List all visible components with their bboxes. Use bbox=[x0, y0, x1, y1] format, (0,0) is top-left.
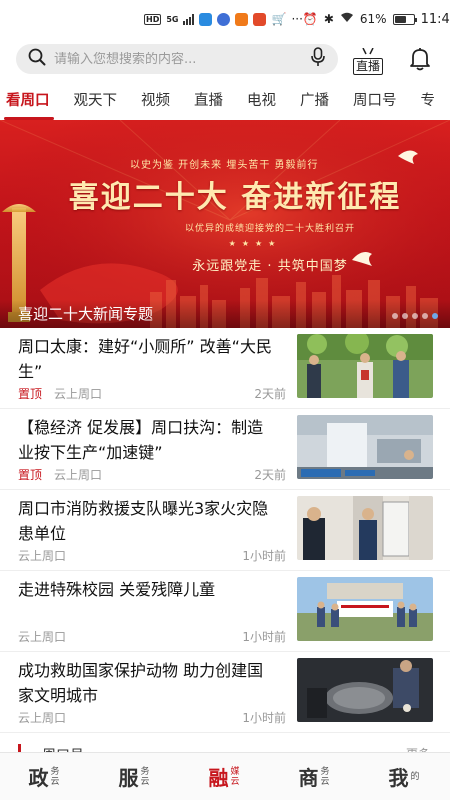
news-thumbnail[interactable] bbox=[297, 577, 433, 641]
search-icon bbox=[28, 48, 46, 70]
carousel-dot[interactable] bbox=[392, 313, 398, 319]
live-tv-icon bbox=[357, 44, 379, 58]
app-icon-blue2 bbox=[217, 12, 231, 26]
news-source: 云上周口 bbox=[54, 468, 103, 482]
bottom-nav-item[interactable]: 政务云 bbox=[0, 753, 90, 800]
news-item[interactable]: 走进特殊校园 关爱残障儿童云上周口 1小时前 bbox=[0, 571, 450, 652]
channel-tabs: 看周口 观天下 视频 直播 电视 广播 周口号专 bbox=[0, 84, 450, 120]
banner-slogan-bottom: 永远跟党走 · 共筑中国梦 bbox=[192, 259, 348, 274]
hd-badge: HD bbox=[144, 13, 162, 25]
status-bar: HD 5G 🛒 ··· ⏰ ✱ 61% 11:42 bbox=[0, 0, 450, 38]
news-item[interactable]: 成功救助国家保护动物 助力创建国家文明城市云上周口 1小时前 bbox=[0, 652, 450, 733]
news-source: 云上周口 bbox=[54, 387, 103, 401]
news-item[interactable]: 【稳经济 促发展】周口扶沟：制造业按下生产“加速键” 置顶 云上周口 2天前 bbox=[0, 409, 450, 490]
nav-main-char: 融 bbox=[208, 766, 229, 790]
tab-7[interactable]: 专 bbox=[413, 84, 444, 120]
carousel-dot[interactable] bbox=[432, 313, 438, 319]
signal-icon bbox=[183, 13, 195, 25]
battery-icon bbox=[392, 13, 417, 25]
banner-slogan-top: 以史为鉴 开创未来 埋头苦干 勇毅前行 bbox=[130, 160, 319, 171]
news-meta: 云上周口 1小时前 bbox=[18, 709, 286, 726]
cart-icon: 🛒 bbox=[271, 12, 287, 26]
carousel-dot[interactable] bbox=[422, 313, 428, 319]
news-item[interactable]: 周口太康：建好“小厕所” 改善“大民生” 置顶 云上周口 2天前 bbox=[0, 328, 450, 409]
tab-3[interactable]: 直播 bbox=[186, 84, 231, 120]
news-title: 走进特殊校园 关爱残障儿童 bbox=[18, 580, 216, 599]
bottom-nav-item[interactable]: 商务云 bbox=[270, 753, 360, 800]
banner-subtext: 以优异的成绩迎接党的二十大胜利召开 bbox=[184, 224, 355, 234]
tab-2[interactable]: 视频 bbox=[133, 84, 178, 120]
pinned-badge: 置顶 bbox=[18, 468, 43, 482]
carousel-dots[interactable] bbox=[392, 313, 438, 319]
news-item[interactable]: 周口市消防救援支队曝光3家火灾隐患单位云上周口 1小时前 bbox=[0, 490, 450, 571]
news-thumbnail[interactable] bbox=[297, 334, 433, 398]
nav-sub-label: 务云 bbox=[50, 766, 60, 787]
bottom-nav-item[interactable]: 我的 bbox=[360, 753, 450, 800]
bell-icon[interactable] bbox=[406, 44, 434, 74]
clock: 11:42 bbox=[420, 11, 450, 27]
nav-sub-label: 媒云 bbox=[230, 766, 240, 787]
news-source: 云上周口 bbox=[18, 711, 67, 725]
bottom-navigation: 政务云服务云融媒云商务云我的 bbox=[0, 752, 450, 800]
banner-caption: 喜迎二十大新闻专题 bbox=[0, 300, 450, 328]
news-meta: 置顶 云上周口 2天前 bbox=[18, 466, 286, 483]
banner-stars: ★★★★ bbox=[228, 239, 282, 248]
news-thumbnail[interactable] bbox=[297, 415, 433, 479]
nav-main-char: 商 bbox=[298, 766, 319, 790]
battery-percent: 61% bbox=[359, 12, 387, 26]
news-time: 1小时前 bbox=[242, 549, 286, 563]
search-bar[interactable] bbox=[16, 44, 338, 74]
news-time: 2天前 bbox=[254, 387, 286, 401]
news-title: 周口太康：建好“小厕所” 改善“大民生” bbox=[18, 337, 272, 381]
news-meta: 云上周口 1小时前 bbox=[18, 628, 286, 645]
news-title: 【稳经济 促发展】周口扶沟：制造业按下生产“加速键” bbox=[18, 418, 264, 462]
search-input[interactable] bbox=[54, 51, 310, 67]
banner-headline: 喜迎二十大 奋进新征程 bbox=[68, 180, 402, 215]
news-meta: 置顶 云上周口 2天前 bbox=[18, 385, 286, 402]
live-button[interactable]: 直播 bbox=[348, 44, 388, 75]
network-gen: 5G bbox=[166, 14, 179, 24]
status-right: ⏰ ✱ 61% 11:42 bbox=[303, 12, 450, 27]
nav-main-char: 服 bbox=[118, 766, 139, 790]
bluetooth-icon: ✱ bbox=[323, 12, 334, 26]
news-thumbnail[interactable] bbox=[297, 496, 433, 560]
bottom-nav-item[interactable]: 融媒云 bbox=[180, 753, 270, 800]
news-time: 1小时前 bbox=[242, 630, 286, 644]
app-icon-orange bbox=[235, 12, 249, 26]
status-left: HD 5G 🛒 ··· bbox=[144, 12, 303, 26]
news-time: 1小时前 bbox=[242, 711, 286, 725]
pinned-badge: 置顶 bbox=[18, 387, 43, 401]
app-icon-blue bbox=[199, 12, 213, 26]
news-title: 周口市消防救援支队曝光3家火灾隐患单位 bbox=[18, 499, 269, 543]
mic-icon[interactable] bbox=[310, 47, 326, 71]
app-icon-red bbox=[253, 12, 267, 26]
nav-sub-label: 的 bbox=[410, 771, 420, 782]
live-label: 直播 bbox=[352, 57, 383, 75]
nav-main-char: 政 bbox=[28, 766, 49, 790]
alarm-icon: ⏰ bbox=[302, 12, 318, 26]
tab-5[interactable]: 广播 bbox=[292, 84, 337, 120]
tab-6[interactable]: 周口号 bbox=[345, 84, 405, 120]
tab-0[interactable]: 看周口 bbox=[0, 84, 58, 120]
nav-sub-label: 务云 bbox=[140, 766, 150, 787]
news-time: 2天前 bbox=[254, 468, 286, 482]
news-thumbnail[interactable] bbox=[297, 658, 433, 722]
nav-main-char: 我 bbox=[388, 766, 409, 790]
carousel-dot[interactable] bbox=[412, 313, 418, 319]
carousel-dot[interactable] bbox=[402, 313, 408, 319]
news-list: 周口太康：建好“小厕所” 改善“大民生” 置顶 云上周口 2天前 【稳经济 促发展】周口… bbox=[0, 328, 450, 733]
news-title: 成功救助国家保护动物 助力创建国家文明城市 bbox=[18, 661, 264, 705]
nav-sub-label: 务云 bbox=[320, 766, 330, 787]
top-header: 直播 bbox=[0, 40, 450, 78]
more-dots-icon: ··· bbox=[291, 12, 303, 26]
hero-banner[interactable]: 以史为鉴 开创未来 埋头苦干 勇毅前行 喜迎二十大 奋进新征程 以优异的成绩迎接… bbox=[0, 120, 450, 328]
tab-4[interactable]: 电视 bbox=[239, 84, 284, 120]
tab-1[interactable]: 观天下 bbox=[66, 84, 126, 120]
news-source: 云上周口 bbox=[18, 630, 67, 644]
news-meta: 云上周口 1小时前 bbox=[18, 547, 286, 564]
news-source: 云上周口 bbox=[18, 549, 67, 563]
bottom-nav-item[interactable]: 服务云 bbox=[90, 753, 180, 800]
wifi-icon bbox=[340, 12, 354, 26]
